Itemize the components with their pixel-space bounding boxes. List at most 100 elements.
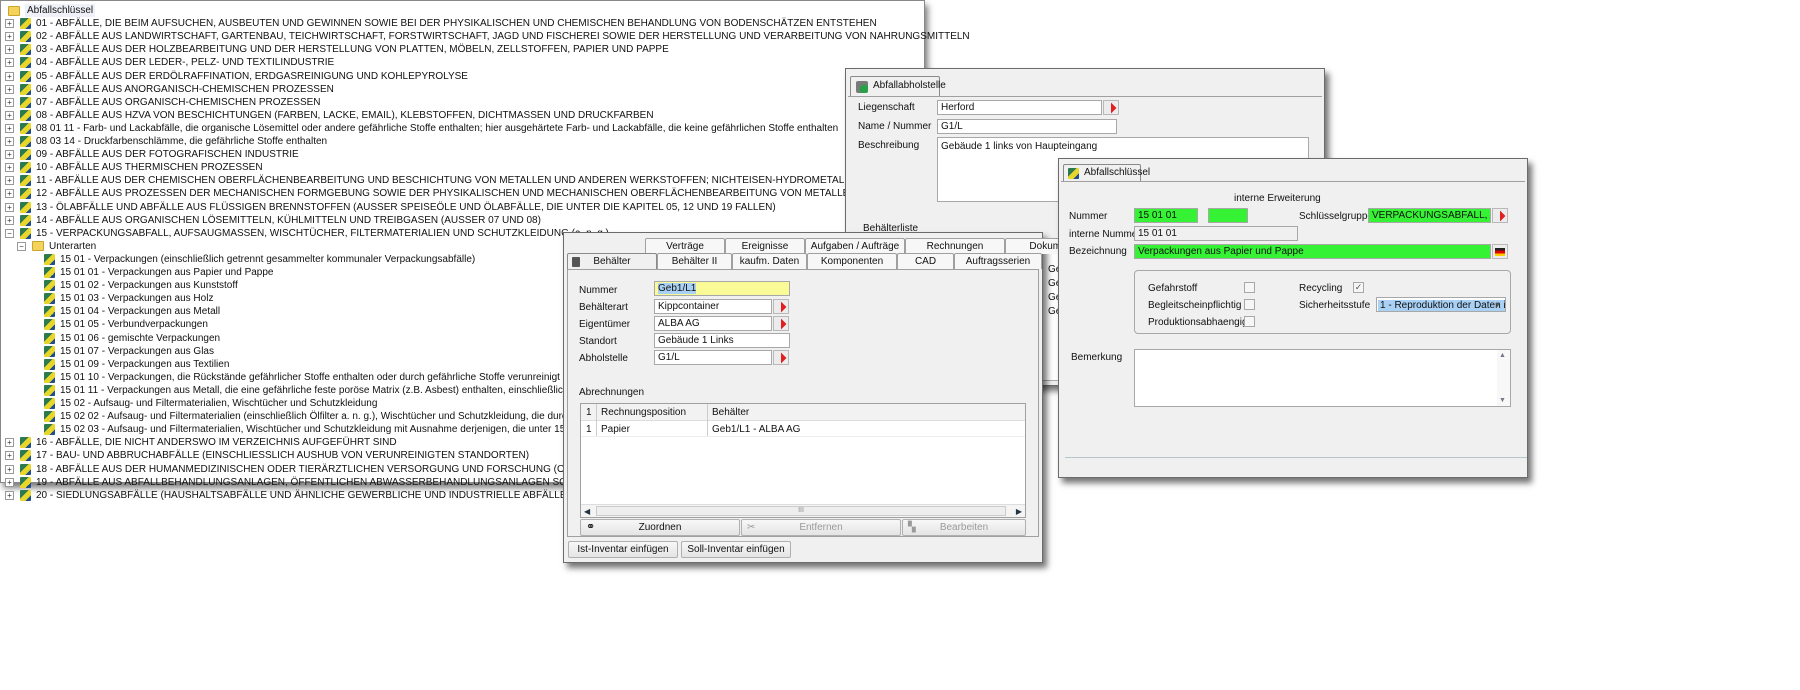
bearbeiten-button[interactable]: ▚ Bearbeiten — [902, 519, 1026, 536]
tree-item[interactable]: +08 03 14 - Druckfarbenschlämme, die gef… — [5, 135, 327, 148]
nummer-field[interactable]: 15 01 01 — [1134, 208, 1198, 223]
tree-subitem[interactable]: 15 01 05 - Verbundverpackungen — [44, 318, 208, 331]
sicherheitsstufe-dropdown[interactable]: 1 - Reproduktion der Daten ist ▼ — [1376, 297, 1506, 312]
column-header-behaelter[interactable]: Behälter — [712, 407, 749, 418]
ist-inventar-button[interactable]: Ist-Inventar einfügen — [568, 541, 678, 558]
interne-erweiterung-field[interactable] — [1208, 208, 1248, 223]
expand-icon[interactable]: + — [5, 202, 14, 212]
begleitschein-checkbox[interactable] — [1244, 299, 1255, 310]
tab-auftragsserien[interactable]: Auftragsserien — [954, 253, 1042, 269]
tab-ereignisse[interactable]: Ereignisse — [725, 238, 805, 254]
expand-icon[interactable]: + — [5, 110, 14, 120]
tree-subitem[interactable]: 15 01 06 - gemischte Verpackungen — [44, 332, 220, 345]
tab-aufgaben-aufträge[interactable]: Aufgaben / Aufträge — [805, 238, 905, 254]
scroll-down-icon[interactable]: ▼ — [1499, 397, 1506, 404]
tree-subitem[interactable]: 15 01 01 - Verpackungen aus Papier und P… — [44, 266, 274, 279]
schluesselgruppe-field[interactable]: VERPACKUNGSABFALL, AUFSAUGMASSEN — [1368, 208, 1491, 223]
liegenschaft-picker-button[interactable] — [1103, 100, 1119, 115]
chevron-down-icon[interactable]: ▼ — [1494, 299, 1501, 311]
eigentuemer-field[interactable]: ALBA AG — [654, 316, 772, 331]
collapse-icon[interactable]: − — [5, 228, 14, 238]
eigentuemer-picker-button[interactable] — [773, 316, 789, 331]
tab-behälter-ii[interactable]: Behälter II — [657, 253, 732, 269]
tree-item[interactable]: +13 - ÖLABFÄLLE UND ABFÄLLE AUS FLÜSSIGE… — [5, 201, 776, 214]
tree-item[interactable]: +06 - ABFÄLLE AUS ANORGANISCH-CHEMISCHEN… — [5, 83, 334, 96]
tree-subitem[interactable]: 15 02 03 - Aufsaug- und Filtermaterialie… — [44, 423, 620, 436]
standort-field[interactable]: Gebäude 1 Links — [654, 333, 790, 348]
tree-subitem[interactable]: 15 01 02 - Verpackungen aus Kunststoff — [44, 279, 238, 292]
tree-subitem[interactable]: 15 01 07 - Verpackungen aus Glas — [44, 345, 214, 358]
expand-icon[interactable]: + — [5, 163, 14, 173]
bemerkung-field[interactable] — [1134, 349, 1511, 407]
expand-icon[interactable]: + — [5, 438, 14, 448]
expand-icon[interactable]: + — [5, 19, 14, 29]
tree-item[interactable]: +09 - ABFÄLLE AUS DER FOTOGRAFISCHEN IND… — [5, 148, 299, 161]
tab-kaufm-daten[interactable]: kaufm. Daten — [732, 253, 807, 269]
recycling-checkbox[interactable]: ✓ — [1353, 282, 1364, 293]
vertical-scrollbar[interactable]: ▲ ▼ — [1497, 350, 1510, 406]
nummer-field[interactable]: Geb1/L1 — [654, 281, 790, 296]
tree-subitem[interactable]: 15 02 - Aufsaug- und Filtermaterialien, … — [44, 397, 377, 410]
expand-icon[interactable]: + — [5, 464, 14, 474]
gefahrstoff-checkbox[interactable] — [1244, 282, 1255, 293]
tree-root[interactable]: Abfallschlüssel — [8, 4, 96, 17]
abrechnungen-grid[interactable]: 1 Rechnungsposition Behälter 1 Papier Ge… — [580, 403, 1026, 518]
table-row[interactable]: 1 Papier Geb1/L1 - ALBA AG — [581, 422, 1025, 437]
scroll-up-icon[interactable]: ▲ — [1499, 352, 1506, 359]
bezeichnung-field[interactable]: Verpackungen aus Papier und Pappe — [1134, 244, 1491, 259]
tab-verträge[interactable]: Verträge — [645, 238, 725, 254]
name-field[interactable]: G1/L — [937, 119, 1117, 134]
tab-rechnungen[interactable]: Rechnungen — [905, 238, 1005, 254]
expand-icon[interactable]: + — [5, 97, 14, 107]
tree-subitem[interactable]: 15 01 - Verpackungen (einschließlich get… — [44, 253, 475, 266]
scroll-left-icon[interactable]: ◀ — [584, 507, 590, 516]
tree-item[interactable]: − 15 - VERPACKUNGSABFALL, AUFSAUGMASSEN, … — [5, 227, 609, 240]
tree-subitem[interactable]: 15 01 10 - Verpackungen, die Rückstände … — [44, 371, 581, 384]
tree-item[interactable]: +11 - ABFÄLLE AUS DER CHEMISCHEN OBERFLÄ… — [5, 174, 882, 187]
tree-subitem[interactable]: 15 01 03 - Verpackungen aus Holz — [44, 292, 213, 305]
interne-nummer-field[interactable]: 15 01 01 — [1134, 226, 1298, 241]
collapse-icon[interactable]: − — [17, 241, 26, 251]
tree-item[interactable]: +12 - ABFÄLLE AUS PROZESSEN DER MECHANIS… — [5, 187, 964, 200]
expand-icon[interactable]: + — [5, 58, 14, 68]
expand-icon[interactable]: + — [5, 137, 14, 146]
tree-item[interactable]: +05 - ABFÄLLE AUS DER ERDÖLRAFFINATION, … — [5, 70, 468, 83]
tree-item[interactable]: +16 - ABFÄLLE, DIE NICHT ANDERSWO IM VER… — [5, 436, 397, 449]
tree-item[interactable]: +07 - ABFÄLLE AUS ORGANISCH-CHEMISCHEN P… — [5, 96, 321, 109]
tree-item[interactable]: +17 - BAU- UND ABBRUCHABFÄLLE (EINSCHLIE… — [5, 449, 529, 462]
column-header-rechnungsposition[interactable]: Rechnungsposition — [601, 407, 686, 418]
tree-item[interactable]: +02 - ABFÄLLE AUS LANDWIRTSCHAFT, GARTEN… — [5, 30, 970, 43]
entfernen-button[interactable]: ✂ Entfernen — [741, 519, 901, 536]
produktion-checkbox[interactable] — [1244, 316, 1255, 327]
horizontal-scrollbar[interactable]: ◀ III ▶ — [581, 504, 1025, 517]
expand-icon[interactable]: + — [5, 45, 14, 55]
tree-item[interactable]: +08 01 11 - Farb- und Lackabfälle, die o… — [5, 122, 838, 135]
tree-item[interactable]: +14 - ABFÄLLE AUS ORGANISCHEN LÖSEMITTEL… — [5, 214, 541, 227]
behaelterart-picker-button[interactable] — [773, 299, 789, 314]
behaelterart-field[interactable]: Kippcontainer — [654, 299, 772, 314]
tree-item[interactable]: +01 - ABFÄLLE, DIE BEIM AUFSUCHEN, AUSBE… — [5, 17, 877, 30]
scroll-right-icon[interactable]: ▶ — [1016, 507, 1022, 516]
schluesselgruppe-picker-button[interactable] — [1492, 208, 1508, 223]
tree-item[interactable]: +10 - ABFÄLLE AUS THERMISCHEN PROZESSEN — [5, 161, 263, 174]
tree-subitem[interactable]: 15 01 04 - Verpackungen aus Metall — [44, 305, 220, 318]
tree-item[interactable]: +04 - ABFÄLLE AUS DER LEDER-, PELZ- UND … — [5, 56, 334, 69]
expand-icon[interactable]: + — [5, 176, 14, 186]
scroll-thumb[interactable]: III — [596, 506, 1006, 516]
translation-button[interactable] — [1492, 244, 1508, 259]
expand-icon[interactable]: + — [5, 71, 14, 81]
tree-subfolder[interactable]: − Unterarten — [17, 240, 96, 253]
tab-abfallschluessel[interactable]: Abfallschlüssel — [1063, 164, 1150, 182]
abholstelle-field[interactable]: G1/L — [654, 350, 772, 365]
expand-icon[interactable]: + — [5, 32, 14, 42]
expand-icon[interactable]: + — [5, 150, 14, 160]
expand-icon[interactable]: + — [5, 215, 14, 225]
soll-inventar-button[interactable]: Soll-Inventar einfügen — [681, 541, 791, 558]
tab-abfallabholstelle[interactable]: Abfallabholstelle — [850, 76, 946, 96]
tree-item[interactable]: +03 - ABFÄLLE AUS DER HOLZBEARBEITUNG UN… — [5, 43, 669, 56]
expand-icon[interactable]: + — [5, 84, 14, 94]
expand-icon[interactable]: + — [5, 123, 14, 133]
tree-item[interactable]: +08 - ABFÄLLE AUS HZVA VON BESCHICHTUNGE… — [5, 109, 654, 122]
expand-icon[interactable]: + — [5, 189, 14, 199]
abholstelle-picker-button[interactable] — [773, 350, 789, 365]
